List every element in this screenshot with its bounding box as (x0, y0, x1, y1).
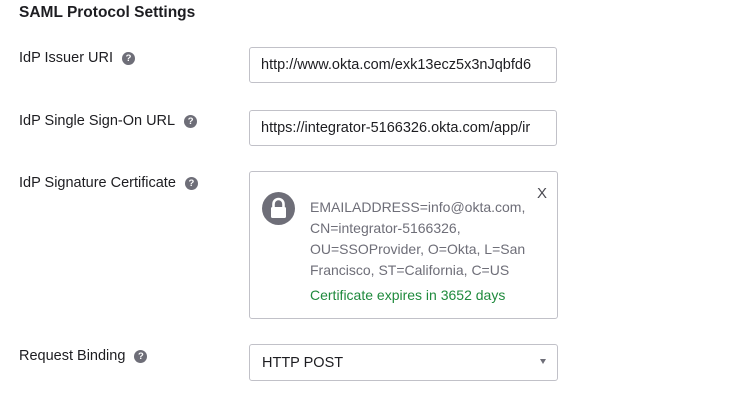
certificate-row-label: IdP Signature Certificate ? (19, 175, 198, 191)
help-icon[interactable]: ? (122, 51, 136, 65)
help-icon[interactable]: ? (134, 349, 148, 363)
certificate-details: EMAILADDRESS=info@okta.com, CN=integrato… (310, 199, 526, 278)
issuer-uri-input[interactable] (249, 47, 557, 83)
sso-url-row-label: IdP Single Sign-On URL ? (19, 113, 198, 129)
certificate-card: EMAILADDRESS=info@okta.com, CN=integrato… (249, 171, 558, 319)
sso-url-input[interactable] (249, 110, 557, 146)
sso-url-label: IdP Single Sign-On URL (19, 113, 176, 129)
section-title: SAML Protocol Settings (19, 4, 196, 21)
request-binding-value: HTTP POST (262, 355, 344, 371)
help-icon[interactable]: ? (184, 176, 198, 190)
issuer-uri-row-label: IdP Issuer URI ? (19, 50, 136, 66)
certificate-label: IdP Signature Certificate (19, 175, 176, 191)
request-binding-row-label: Request Binding ? (19, 348, 148, 364)
request-binding-select[interactable]: HTTP POST (249, 344, 558, 381)
issuer-uri-label: IdP Issuer URI (19, 50, 114, 66)
certificate-expiry: Certificate expires in 3652 days (310, 287, 506, 303)
help-icon[interactable]: ? (184, 114, 198, 128)
chevron-down-icon (540, 359, 546, 364)
remove-certificate-button[interactable]: X (537, 185, 547, 202)
lock-icon (262, 192, 295, 225)
request-binding-label: Request Binding (19, 348, 126, 364)
